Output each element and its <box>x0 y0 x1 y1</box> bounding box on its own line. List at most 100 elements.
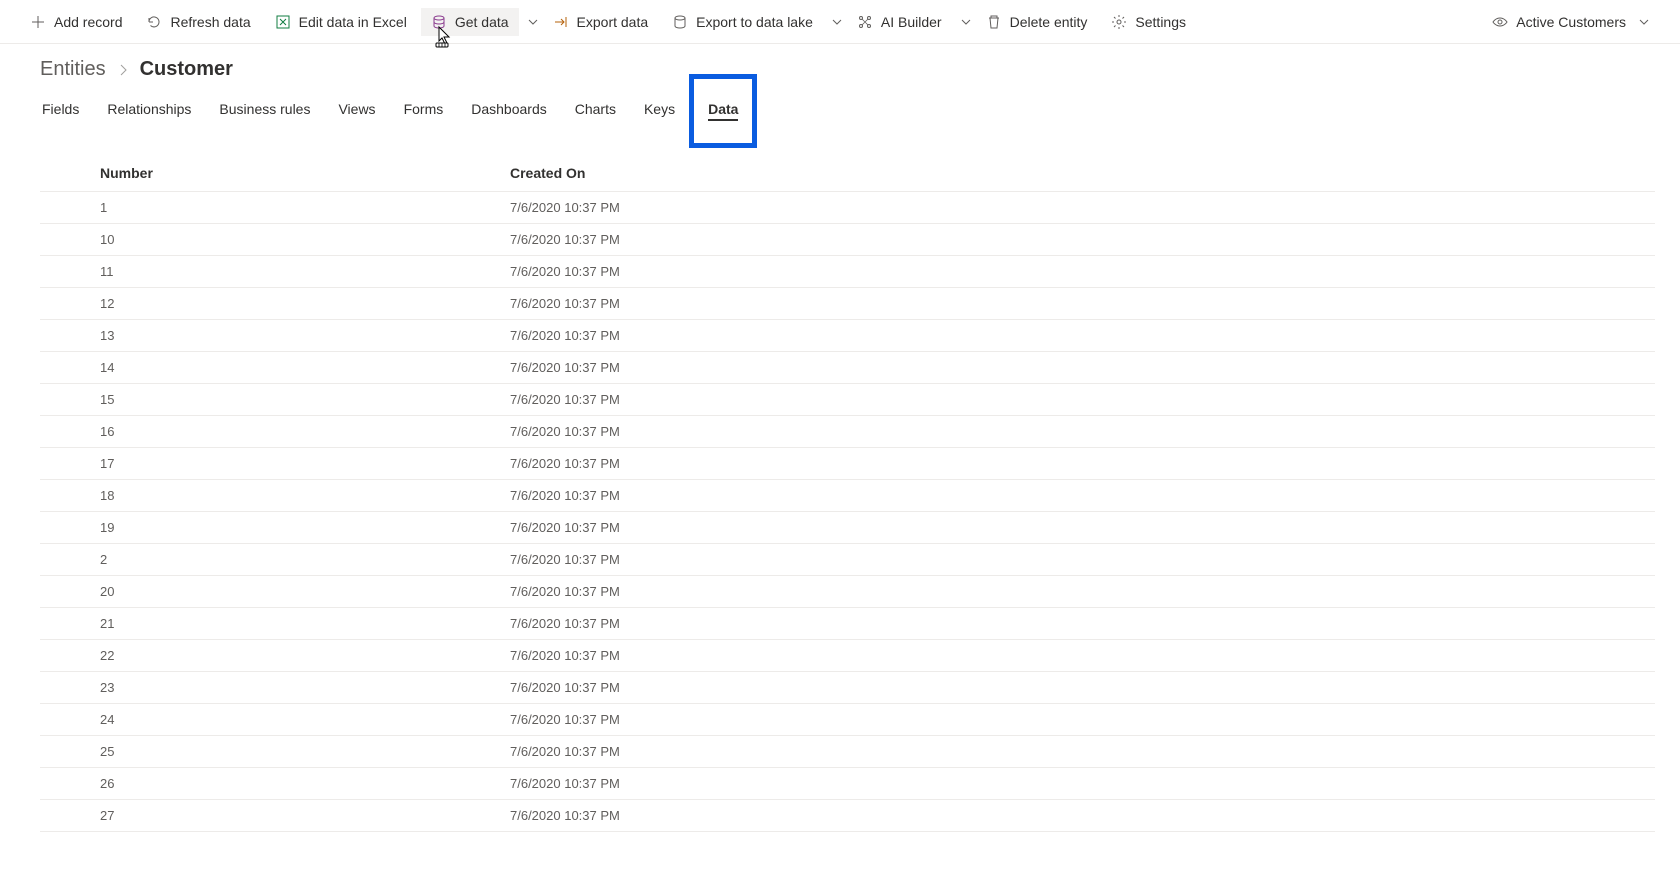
edit-excel-button[interactable]: Edit data in Excel <box>265 8 417 36</box>
table-row[interactable]: 267/6/2020 10:37 PM <box>40 768 1655 800</box>
view-selector-button[interactable]: Active Customers <box>1482 8 1660 36</box>
cell-created-on: 7/6/2020 10:37 PM <box>510 584 1655 599</box>
cell-number: 24 <box>100 712 510 727</box>
tab-views[interactable]: Views <box>336 93 377 125</box>
export-lake-dropdown[interactable] <box>831 16 843 28</box>
table-row[interactable]: 167/6/2020 10:37 PM <box>40 416 1655 448</box>
cell-number: 25 <box>100 744 510 759</box>
table-row[interactable]: 187/6/2020 10:37 PM <box>40 480 1655 512</box>
cell-created-on: 7/6/2020 10:37 PM <box>510 648 1655 663</box>
cell-number: 15 <box>100 392 510 407</box>
get-data-label: Get data <box>455 14 509 30</box>
entity-tabs: Fields Relationships Business rules View… <box>0 89 1680 129</box>
cell-number: 18 <box>100 488 510 503</box>
cell-number: 23 <box>100 680 510 695</box>
table-row[interactable]: 137/6/2020 10:37 PM <box>40 320 1655 352</box>
table-row[interactable]: 107/6/2020 10:37 PM <box>40 224 1655 256</box>
cell-created-on: 7/6/2020 10:37 PM <box>510 552 1655 567</box>
column-header-created-on[interactable]: Created On <box>510 165 1655 181</box>
cell-number: 10 <box>100 232 510 247</box>
table-header: Number Created On <box>40 155 1655 192</box>
view-selector-label: Active Customers <box>1516 14 1626 30</box>
table-row[interactable]: 117/6/2020 10:37 PM <box>40 256 1655 288</box>
table-row[interactable]: 237/6/2020 10:37 PM <box>40 672 1655 704</box>
cell-created-on: 7/6/2020 10:37 PM <box>510 296 1655 311</box>
excel-icon <box>275 14 291 30</box>
cell-number: 20 <box>100 584 510 599</box>
tab-data-highlight: Data <box>689 74 757 148</box>
cell-created-on: 7/6/2020 10:37 PM <box>510 808 1655 823</box>
table-row[interactable]: 257/6/2020 10:37 PM <box>40 736 1655 768</box>
tab-data[interactable]: Data <box>706 93 740 125</box>
view-selector-dropdown[interactable] <box>1638 16 1650 28</box>
cell-created-on: 7/6/2020 10:37 PM <box>510 744 1655 759</box>
database-icon <box>431 14 447 30</box>
eye-icon <box>1492 14 1508 30</box>
table-row[interactable]: 207/6/2020 10:37 PM <box>40 576 1655 608</box>
table-row[interactable]: 177/6/2020 10:37 PM <box>40 448 1655 480</box>
command-bar: Add record Refresh data Edit data in Exc… <box>0 0 1680 44</box>
column-header-number[interactable]: Number <box>100 165 510 181</box>
cell-created-on: 7/6/2020 10:37 PM <box>510 200 1655 215</box>
add-record-button[interactable]: Add record <box>20 8 132 36</box>
table-row[interactable]: 217/6/2020 10:37 PM <box>40 608 1655 640</box>
chevron-right-icon <box>118 64 128 76</box>
cell-created-on: 7/6/2020 10:37 PM <box>510 328 1655 343</box>
cell-created-on: 7/6/2020 10:37 PM <box>510 360 1655 375</box>
table-row[interactable]: 197/6/2020 10:37 PM <box>40 512 1655 544</box>
table-body: 17/6/2020 10:37 PM107/6/2020 10:37 PM117… <box>40 192 1655 832</box>
table-row[interactable]: 227/6/2020 10:37 PM <box>40 640 1655 672</box>
table-row[interactable]: 127/6/2020 10:37 PM <box>40 288 1655 320</box>
cell-number: 19 <box>100 520 510 535</box>
tab-forms[interactable]: Forms <box>402 93 446 125</box>
content-area: Number Created On 17/6/2020 10:37 PM107/… <box>0 155 1680 883</box>
tab-keys[interactable]: Keys <box>642 93 677 125</box>
ai-builder-button[interactable]: AI Builder <box>847 8 952 36</box>
cell-created-on: 7/6/2020 10:37 PM <box>510 264 1655 279</box>
gear-icon <box>1111 14 1127 30</box>
cell-created-on: 7/6/2020 10:37 PM <box>510 456 1655 471</box>
cell-created-on: 7/6/2020 10:37 PM <box>510 520 1655 535</box>
cell-created-on: 7/6/2020 10:37 PM <box>510 712 1655 727</box>
settings-button[interactable]: Settings <box>1101 8 1196 36</box>
cell-number: 11 <box>100 264 510 279</box>
delete-entity-label: Delete entity <box>1010 14 1088 30</box>
get-data-dropdown[interactable] <box>527 16 539 28</box>
export-lake-label: Export to data lake <box>696 14 813 30</box>
ai-builder-dropdown[interactable] <box>960 16 972 28</box>
table-row[interactable]: 27/6/2020 10:37 PM <box>40 544 1655 576</box>
cell-number: 12 <box>100 296 510 311</box>
table-row[interactable]: 147/6/2020 10:37 PM <box>40 352 1655 384</box>
cell-number: 16 <box>100 424 510 439</box>
table-row[interactable]: 247/6/2020 10:37 PM <box>40 704 1655 736</box>
trash-icon <box>986 14 1002 30</box>
cell-created-on: 7/6/2020 10:37 PM <box>510 232 1655 247</box>
breadcrumb-current: Customer <box>140 58 233 81</box>
cell-number: 2 <box>100 552 510 567</box>
breadcrumb-root[interactable]: Entities <box>40 58 106 81</box>
cell-number: 17 <box>100 456 510 471</box>
cell-number: 21 <box>100 616 510 631</box>
cell-created-on: 7/6/2020 10:37 PM <box>510 424 1655 439</box>
delete-entity-button[interactable]: Delete entity <box>976 8 1098 36</box>
table-row[interactable]: 277/6/2020 10:37 PM <box>40 800 1655 832</box>
export-lake-button[interactable]: Export to data lake <box>662 8 823 36</box>
export-data-button[interactable]: Export data <box>543 8 659 36</box>
tab-relationships[interactable]: Relationships <box>105 93 193 125</box>
add-record-label: Add record <box>54 14 122 30</box>
tab-business-rules[interactable]: Business rules <box>217 93 312 125</box>
breadcrumb: Entities Customer <box>0 44 1680 89</box>
export-data-label: Export data <box>577 14 649 30</box>
cell-number: 22 <box>100 648 510 663</box>
table-row[interactable]: 157/6/2020 10:37 PM <box>40 384 1655 416</box>
tab-dashboards[interactable]: Dashboards <box>469 93 549 125</box>
table-row[interactable]: 17/6/2020 10:37 PM <box>40 192 1655 224</box>
tab-charts[interactable]: Charts <box>573 93 618 125</box>
cell-created-on: 7/6/2020 10:37 PM <box>510 488 1655 503</box>
tab-fields[interactable]: Fields <box>40 93 81 125</box>
refresh-data-button[interactable]: Refresh data <box>136 8 260 36</box>
ai-icon <box>857 14 873 30</box>
data-grid[interactable]: Number Created On 17/6/2020 10:37 PM107/… <box>40 155 1655 883</box>
get-data-button[interactable]: Get data <box>421 8 519 36</box>
cell-number: 27 <box>100 808 510 823</box>
